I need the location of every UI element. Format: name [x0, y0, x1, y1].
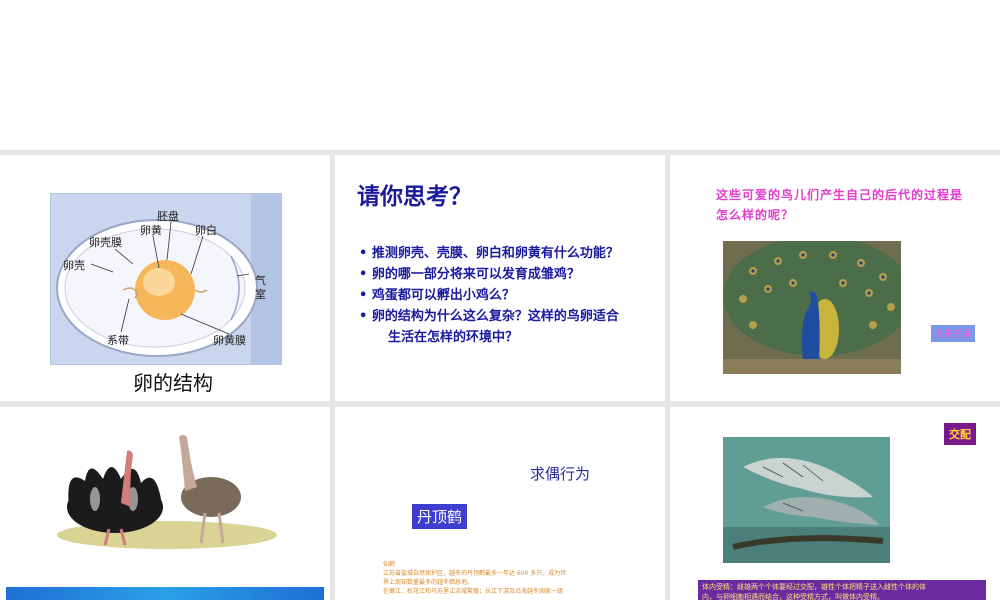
blank-top-area	[0, 0, 1000, 150]
ostrich-illustration	[57, 435, 277, 549]
slide-mating[interactable]: 交配 体内受精：雌雄两个个体要经过交配，雄性个体把精子送入雌性个体的体 内，与卵…	[670, 407, 1000, 600]
slide-egg-structure[interactable]: 胚盘 卵黄 卵白 卵壳膜 卵壳 气 室 系带 卵黄膜 卵的结构	[0, 155, 330, 401]
mating-photo	[723, 437, 890, 563]
label-albumen: 卵白	[195, 224, 217, 237]
question-item: • 推测卵壳、壳膜、卵白和卵黄有什么功能？	[359, 246, 619, 261]
question-item: • 卵的哪一部分将来可以发育成雏鸡？	[359, 267, 580, 282]
question-list: • 推测卵壳、壳膜、卵白和卵黄有什么功能？ • 卵的哪一部分将来可以发育成雏鸡？…	[359, 243, 619, 348]
crane-description: 仙鹤 江苏省盐城自然保护区，越冬的丹顶鹤最多一年达 600 多只，成为世 界上现…	[383, 561, 567, 595]
think-title: 请你思考？	[357, 184, 472, 210]
label-shell: 卵壳	[63, 259, 85, 272]
internal-fertilization-note: 体内受精：雌雄两个个体要经过交配，雄性个体把精子送入雌性个体的体 内，与卵细胞相…	[698, 580, 986, 600]
mating-image	[723, 437, 890, 563]
label-shell-membrane: 卵壳膜	[89, 236, 122, 249]
question-item-continuation: 生活在怎样的环境中？	[388, 330, 519, 345]
slide-ostriches[interactable]	[0, 407, 330, 600]
peacock-image	[723, 236, 913, 374]
egg-diagram: 胚盘 卵黄 卵白 卵壳膜 卵壳 气 室 系带 卵黄膜	[50, 193, 282, 365]
label-chalaza: 系带	[107, 334, 129, 347]
mating-tag: 交配	[944, 423, 976, 445]
slide-think-questions[interactable]: 请你思考？ • 推测卵壳、壳膜、卵白和卵黄有什么功能？ • 卵的哪一部分将来可以…	[335, 155, 665, 401]
question-item: • 鸡蛋都可以孵出小鸡么？	[359, 288, 515, 303]
blue-banner	[6, 587, 324, 600]
label-yolk-membrane: 卵黄膜	[213, 334, 246, 347]
courtship-title: 求偶行为	[530, 465, 591, 483]
offspring-question: 这些可爱的鸟儿们产生自己的后代的过程是怎么样的呢？	[716, 188, 964, 222]
peacock-display-tag: 孔雀开屏	[931, 325, 976, 342]
egg-structure-caption: 卵的结构	[133, 371, 213, 395]
slide-courtship[interactable]: 求偶行为 丹顶鹤 仙鹤 江苏省盐城自然保护区，越冬的丹顶鹤最多一年达 600 多…	[335, 407, 665, 600]
peacock-photo	[723, 236, 913, 374]
red-crowned-crane-tag: 丹顶鹤	[412, 504, 468, 529]
label-air-chamber-bottom: 室	[255, 288, 266, 301]
label-yolk: 卵黄	[140, 224, 162, 237]
question-item: • 卵的结构为什么这么复杂？这样的鸟卵适合	[359, 309, 619, 324]
slide-peacock[interactable]: 这些可爱的鸟儿们产生自己的后代的过程是怎么样的呢？ 孔雀开屏	[670, 155, 1000, 401]
